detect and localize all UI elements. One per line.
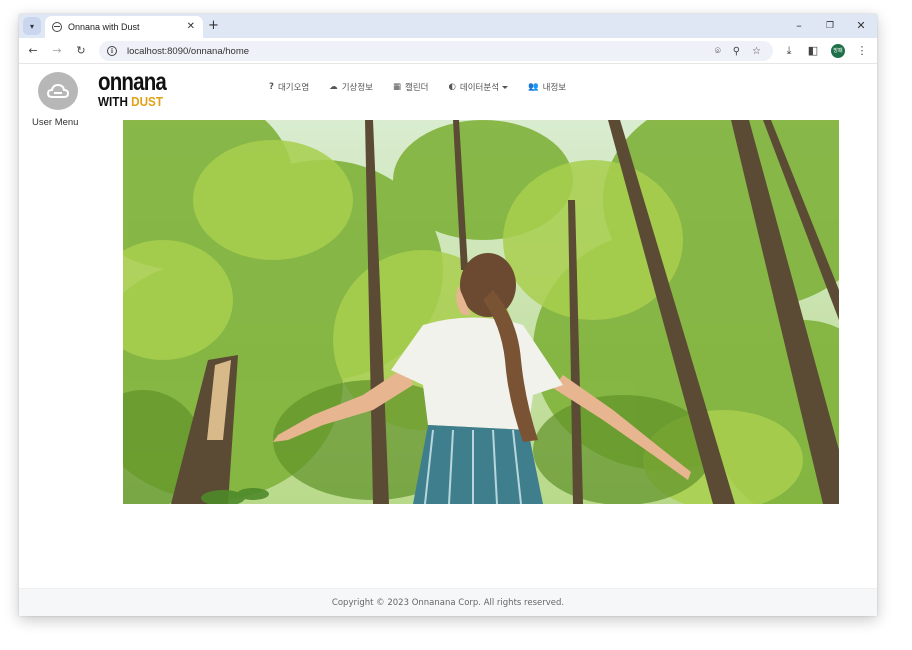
site-logo[interactable]: onnana WITH DUST bbox=[98, 70, 178, 112]
web-page: User Menu onnana WITH DUST ? 대기오염 ☁ 기상정보… bbox=[19, 65, 877, 616]
address-bar-row: ← → ↻ i localhost:8090/onnana/home ⌾ ⚲ ☆… bbox=[19, 38, 877, 64]
minimize-button[interactable]: – bbox=[790, 17, 808, 35]
close-window-button[interactable]: ✕ bbox=[852, 17, 870, 35]
url-text[interactable]: localhost:8090/onnana/home bbox=[127, 46, 715, 57]
nav-data-analysis[interactable]: ◐ 데이터분석 bbox=[449, 81, 509, 93]
location-pin-icon[interactable]: ⌾ bbox=[715, 46, 721, 57]
logo-dust-text: DUST bbox=[131, 94, 163, 109]
browser-window: ▾ Onnana with Dust ✕ + – ❐ ✕ ← → ↻ i loc… bbox=[19, 14, 877, 616]
tab-bar: ▾ Onnana with Dust ✕ + – ❐ ✕ bbox=[19, 14, 877, 38]
brain-icon: ◐ bbox=[448, 82, 456, 92]
nav-label: 기상정보 bbox=[341, 83, 373, 93]
tab-title: Onnana with Dust bbox=[68, 22, 140, 32]
restore-button[interactable]: ❐ bbox=[821, 17, 839, 35]
question-icon: ? bbox=[269, 82, 274, 92]
caret-down-icon bbox=[502, 85, 509, 89]
logo-bottom-text: WITH DUST bbox=[98, 94, 170, 109]
profile-avatar[interactable]: 방패 bbox=[831, 44, 845, 58]
reload-button[interactable]: ↻ bbox=[72, 42, 90, 60]
nav-label: 데이터분석 bbox=[459, 83, 500, 93]
chevron-down-icon: ▾ bbox=[29, 21, 34, 31]
bookmark-star-icon[interactable]: ☆ bbox=[752, 46, 761, 57]
calendar-icon: ▦ bbox=[393, 82, 402, 92]
side-panel-icon[interactable]: ◧ bbox=[804, 42, 822, 60]
hero-image bbox=[123, 120, 839, 504]
nav-label: 캘린더 bbox=[405, 83, 429, 93]
user-menu-avatar[interactable] bbox=[38, 72, 78, 110]
zoom-icon[interactable]: ⚲ bbox=[733, 46, 740, 57]
download-icon[interactable]: ⤓ bbox=[780, 42, 798, 60]
back-button[interactable]: ← bbox=[24, 42, 42, 60]
nav-weather[interactable]: ☁ 기상정보 bbox=[329, 81, 373, 93]
forward-button[interactable]: → bbox=[48, 42, 66, 60]
logo-with-text: WITH bbox=[98, 94, 132, 109]
logo-top-text: onnana bbox=[98, 68, 167, 96]
nav-air-pollution[interactable]: ? 대기오염 bbox=[269, 81, 309, 93]
user-menu-label[interactable]: User Menu bbox=[32, 117, 78, 128]
main-nav: ? 대기오염 ☁ 기상정보 ▦ 캘린더 ◐ 데이터분석 👥 내정보 bbox=[269, 80, 586, 94]
globe-icon bbox=[52, 22, 62, 32]
nav-my-info[interactable]: 👥 내정보 bbox=[528, 81, 566, 93]
page-footer: Copyright © 2023 Onnanana Corp. All righ… bbox=[19, 588, 877, 616]
cloud-icon bbox=[47, 83, 69, 98]
address-bar[interactable]: i localhost:8090/onnana/home ⌾ ⚲ ☆ bbox=[99, 41, 773, 61]
more-menu-icon[interactable]: ⋮ bbox=[853, 42, 871, 60]
info-icon[interactable]: i bbox=[107, 46, 117, 56]
close-tab-icon[interactable]: ✕ bbox=[187, 22, 195, 32]
users-icon: 👥 bbox=[528, 82, 539, 92]
nav-label: 대기오염 bbox=[277, 83, 310, 93]
nav-label: 내정보 bbox=[542, 83, 567, 93]
footer-copyright: Copyright © 2023 Onnanana Corp. All righ… bbox=[331, 597, 565, 608]
nav-calendar[interactable]: ▦ 캘린더 bbox=[393, 81, 429, 93]
browser-tab[interactable]: Onnana with Dust ✕ bbox=[45, 16, 203, 38]
cloud-sun-icon: ☁ bbox=[329, 82, 338, 92]
new-tab-button[interactable]: + bbox=[208, 17, 219, 35]
tab-search-button[interactable]: ▾ bbox=[23, 17, 41, 35]
woman-in-forest-photo bbox=[123, 120, 839, 504]
